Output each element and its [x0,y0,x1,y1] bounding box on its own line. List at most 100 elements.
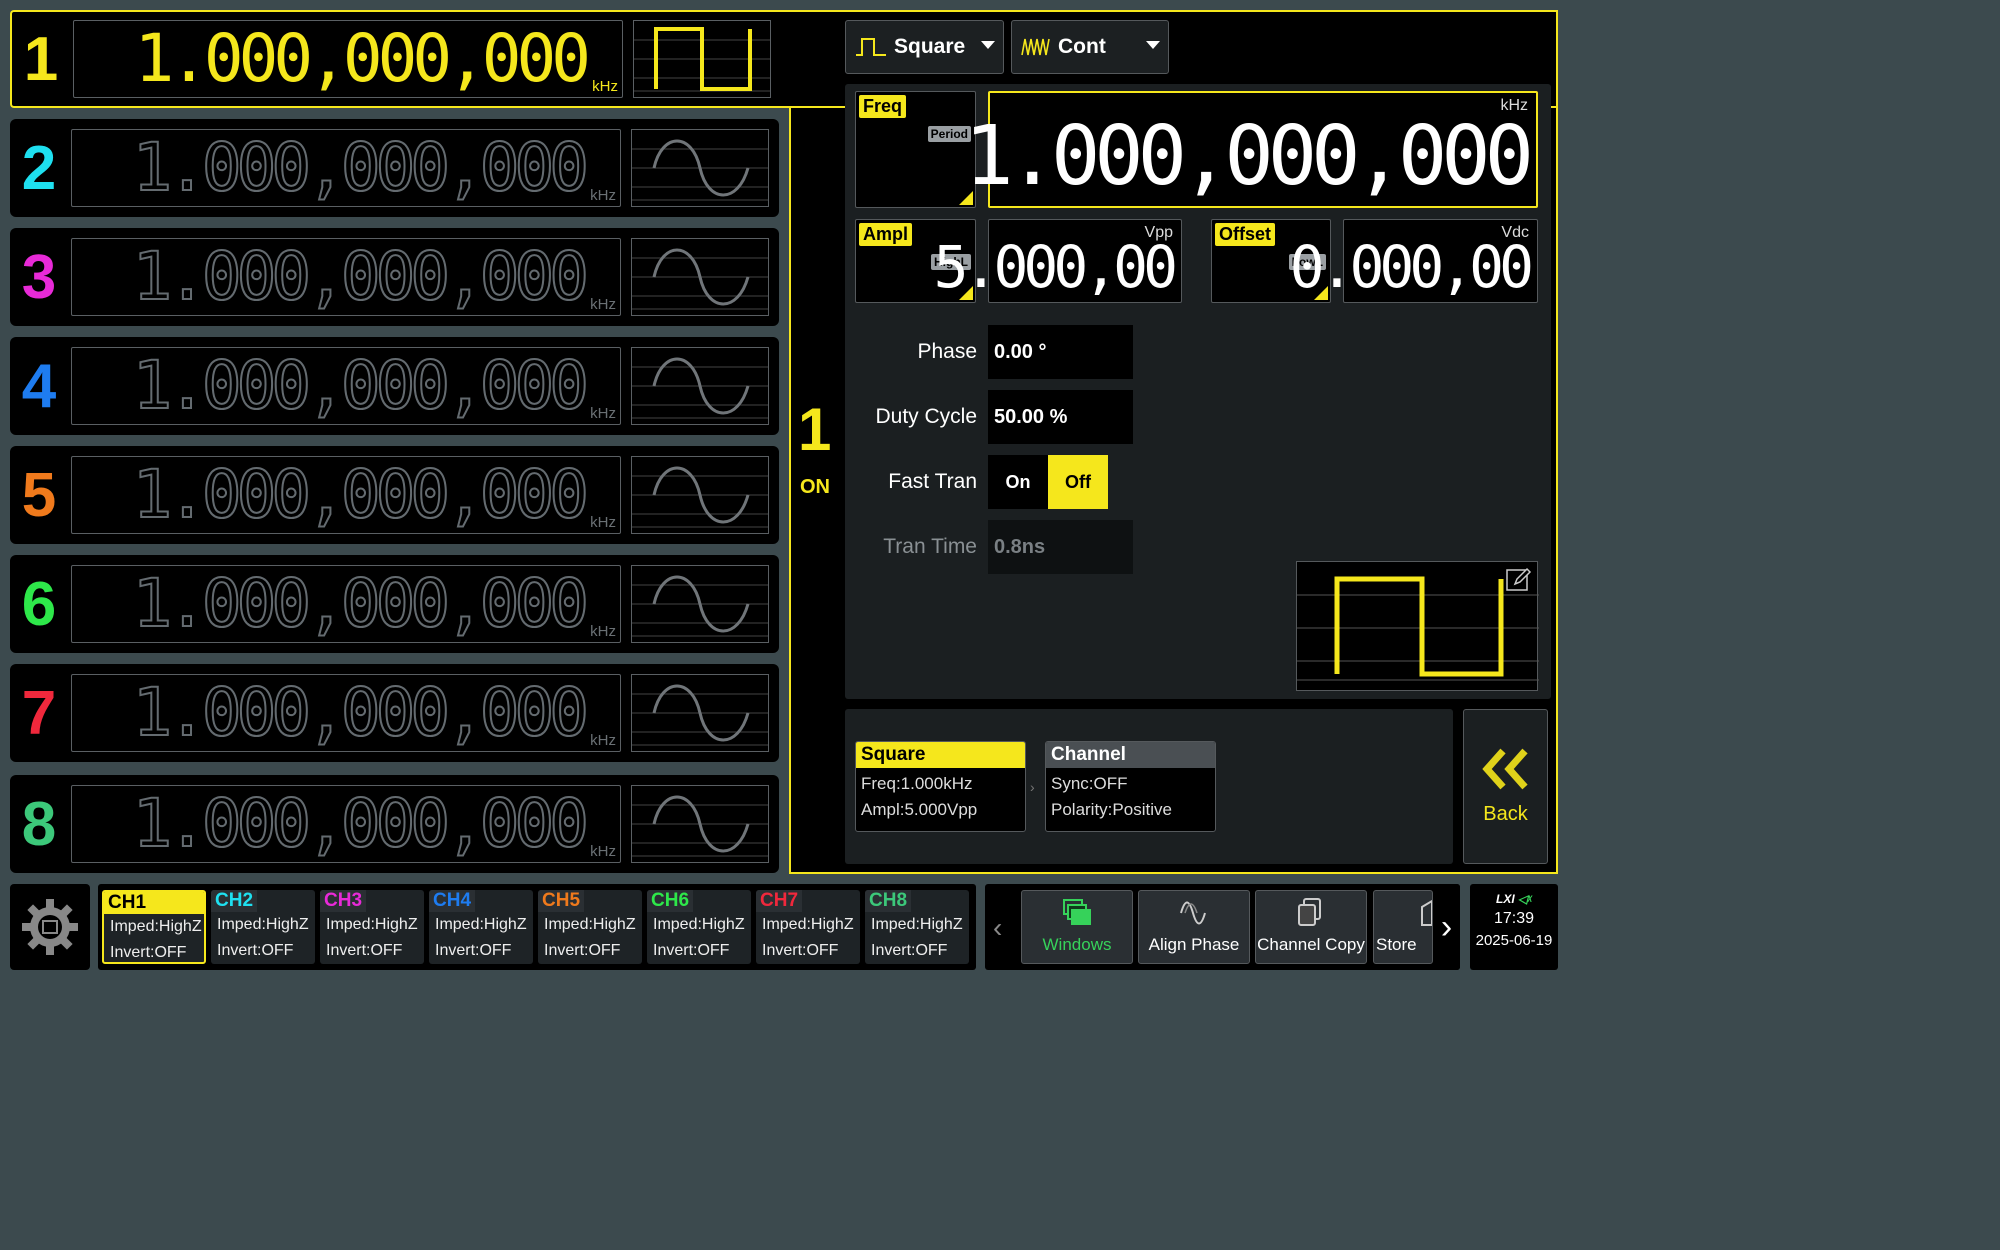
channel-frequency-display[interactable]: 1.000,000,000 kHz [71,238,621,316]
phase-label: Phase [917,340,977,363]
ampl-value: 5.000,00 [933,233,1178,301]
channel-status-impedance: Imped:HighZ [544,916,636,933]
settings-button[interactable] [10,884,90,970]
channel-frequency-display[interactable]: 1.000,000,000 kHz [71,785,621,863]
phase-field[interactable]: 0.00 ° [988,325,1133,379]
channel-copy-button[interactable]: Channel Copy [1255,890,1367,964]
windows-button[interactable]: Windows [1021,890,1133,964]
windows-icon [1063,899,1091,925]
channel-row-8[interactable]: 8 1.000,000,000 kHz [10,775,779,873]
channel-status-ch5[interactable]: CH5 Imped:HighZ Invert:OFF [538,890,642,964]
ampl-tag: Ampl [859,223,912,246]
square-wave-icon [856,38,886,56]
windows-label: Windows [1042,935,1112,954]
channel-frequency-value: 1.000,000,000 [131,129,590,206]
channel-status-impedance: Imped:HighZ [217,916,309,933]
square-waveform-graphic [1297,576,1539,681]
continuous-wave-icon [1021,38,1050,56]
channel-row-5[interactable]: 5 1.000,000,000 kHz [10,446,779,544]
run-mode-dropdown[interactable]: Cont [1011,20,1169,74]
channel-frequency-unit: kHz [590,296,616,313]
channel-status-name: CH3 [320,890,367,912]
channel-frequency-unit: kHz [590,405,616,422]
channel-status-ch1[interactable]: CH1 Imped:HighZ Invert:OFF [102,890,206,964]
back-label: Back [1483,803,1528,825]
sine-wave-icon[interactable] [631,456,769,534]
sine-wave-icon[interactable] [631,565,769,643]
channel-frequency-value: 1.000,000,000 [134,20,591,97]
channel-frequency-value: 1.000,000,000 [131,674,590,751]
lxi-indicator: LXI [1496,892,1515,906]
channel-card-sync: Sync:OFF [1051,774,1128,793]
channel-status-name: CH6 [647,890,694,912]
chevron-right-icon: › [1030,779,1035,795]
double-chevron-left-icon [1481,748,1528,790]
back-button[interactable]: Back [1463,709,1548,864]
channel-row-1[interactable]: 1 1.000,000,000 kHz [10,10,790,108]
align-phase-icon [1180,901,1206,925]
square-card-freq: Freq:1.000kHz [861,774,973,793]
waveform-dropdown[interactable]: Square [845,20,1004,74]
sine-wave-icon[interactable] [631,347,769,425]
channel-status-ch6[interactable]: CH6 Imped:HighZ Invert:OFF [647,890,751,964]
channel-status-invert: Invert:OFF [435,942,512,959]
channel-frequency-display[interactable]: 1.000,000,000 kHz [71,129,621,207]
ampl-value-field[interactable]: Vpp 5.000,00 [934,219,1182,303]
channel-number: 7 [21,678,57,748]
sine-wave-icon[interactable] [631,129,769,207]
fast-tran-on-toggle[interactable]: On [988,455,1048,509]
sine-wave-icon[interactable] [631,674,769,752]
freq-value-field[interactable]: kHz 1.000,000,000 [964,91,1538,208]
channel-frequency-value: 1.000,000,000 [131,785,590,862]
channel-status-ch3[interactable]: CH3 Imped:HighZ Invert:OFF [320,890,424,964]
square-card-ampl: Ampl:5.000Vpp [861,800,978,819]
store-button[interactable]: Store [1373,890,1433,964]
waveform-preview[interactable] [1296,561,1539,691]
channel-frequency-unit: kHz [590,843,616,860]
sine-wave-icon[interactable] [631,785,769,863]
square-settings-card[interactable]: Square Freq:1.000kHz Ampl:5.000Vpp [855,741,1026,832]
scroll-right-button[interactable]: › [1433,884,1460,970]
channel-row-6[interactable]: 6 1.000,000,000 kHz [10,555,779,653]
channel-settings-card[interactable]: Channel Sync:OFF Polarity:Positive [1045,741,1216,832]
channel-card-title: Channel [1046,742,1215,768]
channel-copy-icon [1298,898,1321,926]
channel-status-ch4[interactable]: CH4 Imped:HighZ Invert:OFF [429,890,533,964]
scroll-left-button[interactable]: ‹ [993,912,1002,944]
channel-status-ch2[interactable]: CH2 Imped:HighZ Invert:OFF [211,890,315,964]
channel-status-impedance: Imped:HighZ [762,916,854,933]
fast-tran-off-toggle[interactable]: Off [1048,455,1108,509]
channel-frequency-value: 1.000,000,000 [131,456,590,533]
channel-row-4[interactable]: 4 1.000,000,000 kHz [10,337,779,435]
channel-frequency-display[interactable]: 1.000,000,000 kHz [73,20,623,98]
channel-row-7[interactable]: 7 1.000,000,000 kHz [10,664,779,762]
channel-status-ch8[interactable]: CH8 Imped:HighZ Invert:OFF [865,890,969,964]
clock-time: 17:39 [1493,910,1535,927]
sine-wave-icon[interactable] [631,238,769,316]
align-phase-button[interactable]: Align Phase [1138,890,1250,964]
chevron-down-icon [1146,41,1160,49]
channel-frequency-display[interactable]: 1.000,000,000 kHz [71,674,621,752]
channel-status-impedance: Imped:HighZ [871,916,963,933]
channel-output-state: ON [800,476,830,498]
freq-period-selector[interactable]: Freq Period [855,91,976,208]
duty-cycle-field[interactable]: 50.00 % [988,390,1133,444]
channel-frequency-unit: kHz [592,78,618,95]
channel-status-impedance: Imped:HighZ [653,916,745,933]
channel-status-ch7[interactable]: CH7 Imped:HighZ Invert:OFF [756,890,860,964]
offset-value-field[interactable]: Vdc 0.000,00 [1290,219,1538,303]
channel-frequency-display[interactable]: 1.000,000,000 kHz [71,565,621,643]
channel-status-impedance: Imped:HighZ [435,916,527,933]
channel-row-3[interactable]: 3 1.000,000,000 kHz [10,228,779,326]
channel-status-invert: Invert:OFF [326,942,403,959]
channel-frequency-display[interactable]: 1.000,000,000 kHz [71,456,621,534]
edit-icon[interactable] [1505,566,1533,594]
square-wave-icon[interactable] [633,20,771,98]
selected-channel-number: 1 [798,396,832,463]
align-phase-label: Align Phase [1148,935,1240,954]
channel-number: 3 [21,242,57,312]
chevron-down-icon [981,41,995,49]
channel-status-invert: Invert:OFF [544,942,621,959]
channel-row-2[interactable]: 2 1.000,000,000 kHz [10,119,779,217]
channel-frequency-display[interactable]: 1.000,000,000 kHz [71,347,621,425]
